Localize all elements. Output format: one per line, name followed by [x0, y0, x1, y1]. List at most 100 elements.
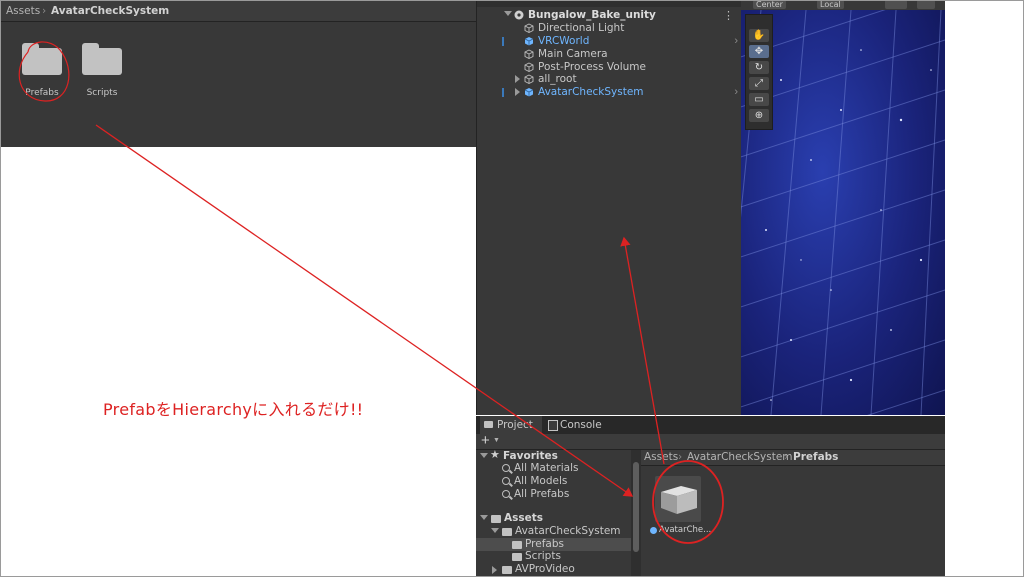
folder-icon — [512, 553, 522, 561]
hierarchy-scene-row[interactable]: Bungalow_Bake_unity ⋮ — [477, 9, 742, 22]
transform-tool-icon[interactable]: ⊕ — [749, 109, 769, 122]
annotation-text: PrefabをHierarchyに入れるだけ!! — [103, 400, 364, 419]
gameobject-cube-icon — [524, 49, 534, 59]
breadcrumb-separator: › — [784, 451, 789, 463]
chevron-right-icon[interactable]: › — [734, 86, 738, 98]
hierarchy-item-label: Directional Light — [538, 22, 625, 34]
rect-tool-icon[interactable]: ▭ — [749, 93, 769, 106]
folder-icon-prefabs[interactable] — [22, 43, 62, 75]
list-item[interactable]: AVProVideo — [476, 563, 631, 576]
folder-label: AVProVideo — [515, 563, 575, 575]
breadcrumb-avatarchecksystem[interactable]: AvatarCheckSystem — [687, 451, 793, 463]
prefab-badge-icon — [650, 527, 657, 534]
hierarchy-item[interactable]: Main Camera — [477, 48, 742, 61]
gameobject-cube-icon — [524, 62, 534, 72]
expand-arrow-icon[interactable] — [480, 515, 488, 520]
favorite-label: All Materials — [514, 462, 579, 474]
prefab-box-icon — [661, 486, 697, 514]
hierarchy-toolbar — [477, 0, 742, 7]
breadcrumb-separator: › — [678, 451, 683, 463]
folder-label: Scripts — [525, 550, 561, 562]
hand-tool-icon[interactable]: ✋ — [749, 29, 769, 42]
breadcrumb-separator: › — [42, 5, 47, 17]
hierarchy-item-label: AvatarCheckSystem — [538, 86, 644, 98]
scene-menu-icon[interactable]: ⋮ — [723, 9, 734, 22]
list-item[interactable]: All Prefabs — [476, 488, 631, 501]
breadcrumb-avatarchecksystem[interactable]: AvatarCheckSystem — [51, 5, 169, 17]
hierarchy-item[interactable]: Directional Light — [477, 22, 742, 35]
folder-icon-scripts[interactable] — [82, 43, 122, 75]
space-dropdown[interactable]: Local — [817, 0, 844, 9]
gameobject-cube-icon — [524, 23, 534, 33]
search-icon — [502, 477, 510, 485]
chevron-right-icon[interactable]: › — [734, 35, 738, 47]
project-tabs: Project Console — [476, 416, 945, 434]
tab-console-label: Console — [560, 419, 602, 431]
folder-label: AvatarCheckSystem — [515, 525, 621, 537]
expand-arrow-icon[interactable] — [491, 528, 499, 533]
list-item[interactable]: All Models — [476, 475, 631, 488]
prefab-asset-thumbnail[interactable] — [655, 476, 701, 522]
folder-label: Prefabs — [525, 538, 564, 550]
folder-label-scripts: Scripts — [86, 88, 118, 98]
hierarchy-item[interactable]: all_root — [477, 73, 742, 86]
add-button[interactable]: + — [481, 432, 490, 449]
unity-scene-icon — [514, 10, 524, 20]
hierarchy-item[interactable]: VRCWorld › — [477, 35, 742, 48]
hierarchy-item[interactable]: AvatarCheckSystem › — [477, 86, 742, 99]
breadcrumb: Assets › AvatarCheckSystem — [1, 1, 476, 22]
gameobject-cube-icon — [524, 74, 534, 84]
scene-toolbar: Center Local — [741, 0, 945, 10]
favorite-label: All Models — [514, 475, 568, 487]
tab-console[interactable]: Console — [546, 416, 608, 434]
favorite-label: All Prefabs — [514, 488, 570, 500]
snap-increment-icon[interactable] — [917, 0, 935, 9]
breadcrumb-prefabs[interactable]: Prefabs — [793, 451, 838, 463]
list-item[interactable]: All Materials — [476, 462, 631, 475]
tree-scrollbar[interactable] — [631, 450, 641, 577]
search-icon — [502, 464, 510, 472]
folder-icon — [502, 566, 512, 574]
pivot-dropdown[interactable]: Center — [753, 0, 786, 9]
expand-arrow-icon[interactable] — [480, 453, 488, 458]
folder-label-prefabs: Prefabs — [25, 88, 59, 98]
folder-icon — [484, 421, 493, 428]
breadcrumb-assets[interactable]: Assets — [644, 451, 678, 463]
top-project-panel: Assets › AvatarCheckSystem Prefabs Scrip… — [1, 1, 476, 147]
scale-tool-icon[interactable]: ⤢ — [749, 77, 769, 90]
hierarchy-panel: Bungalow_Bake_unity ⋮ Directional Light … — [476, 0, 742, 415]
prefab-override-bar — [502, 37, 504, 46]
prefab-override-bar — [502, 88, 504, 97]
folder-icon — [512, 541, 522, 549]
chevron-down-icon[interactable]: ▼ — [493, 437, 500, 444]
expand-arrow-icon[interactable] — [515, 75, 520, 83]
project-asset-grid: Assets › AvatarCheckSystem › Prefabs Ava… — [641, 450, 945, 577]
favorites-label: Favorites — [503, 450, 558, 462]
asset-breadcrumb: Assets › AvatarCheckSystem › Prefabs — [641, 450, 945, 466]
expand-arrow-icon[interactable] — [504, 11, 512, 16]
hierarchy-item-label: all_root — [538, 73, 577, 85]
console-icon — [548, 420, 558, 431]
hierarchy-item-label: Post-Process Volume — [538, 61, 646, 73]
folder-open-icon — [502, 528, 512, 536]
assets-label: Assets — [504, 512, 544, 524]
hierarchy-item-label: VRCWorld — [538, 35, 590, 47]
list-item[interactable]: Scripts — [476, 550, 631, 563]
prefab-cube-icon — [524, 37, 534, 46]
prefab-cube-icon — [524, 88, 534, 97]
hierarchy-item-label: Main Camera — [538, 48, 608, 60]
move-tool-icon[interactable]: ✥ — [749, 45, 769, 58]
scene-name: Bungalow_Bake_unity — [528, 9, 656, 21]
tab-project-label: Project — [497, 419, 533, 431]
grid-snap-icon[interactable] — [885, 0, 907, 9]
project-folder-tree: ★ Favorites All Materials All Models All… — [476, 449, 632, 577]
assets-row[interactable]: Assets — [476, 512, 631, 525]
list-item[interactable]: AvatarCheckSystem — [476, 525, 631, 538]
scrollbar-thumb[interactable] — [633, 462, 639, 552]
expand-arrow-icon[interactable] — [492, 566, 497, 574]
breadcrumb-assets[interactable]: Assets — [6, 5, 40, 17]
rotate-tool-icon[interactable]: ↻ — [749, 61, 769, 74]
project-toolbar: + ▼ — [476, 432, 945, 450]
scene-tools-palette: ✋ ✥ ↻ ⤢ ▭ ⊕ — [745, 14, 773, 130]
expand-arrow-icon[interactable] — [515, 88, 520, 96]
